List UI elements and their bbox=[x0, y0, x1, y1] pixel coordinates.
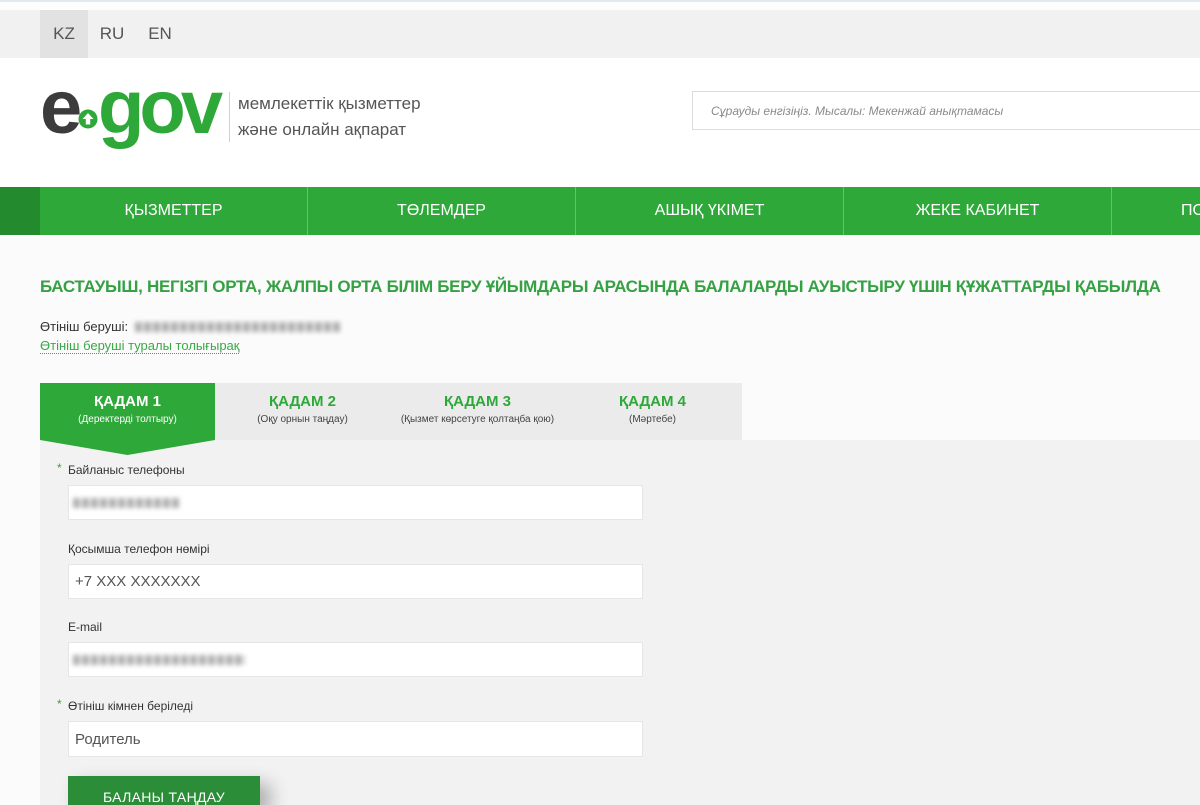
tagline-line-1: мемлекеттік қызметтер bbox=[238, 94, 421, 113]
applicant-name-redacted bbox=[135, 322, 340, 332]
input-wrap bbox=[68, 721, 643, 757]
steps-bar: ҚАДАМ 1 (Деректерді толтыру) ҚАДАМ 2 (Оқ… bbox=[40, 383, 742, 455]
lang-en[interactable]: EN bbox=[136, 10, 184, 58]
applicant-label: Өтініш беруші: bbox=[40, 319, 129, 334]
contact-phone-field: * Байланыс телефоны bbox=[57, 461, 643, 520]
logo-e-letter: e bbox=[40, 78, 82, 150]
arrow-circle-icon bbox=[78, 109, 98, 129]
nav-item-open-government[interactable]: АШЫҚ ҮКІМЕТ bbox=[575, 187, 843, 235]
field-label-text: Қосымша телефон нөмірі bbox=[68, 542, 210, 556]
logo-divider bbox=[229, 92, 230, 142]
lang-ru[interactable]: RU bbox=[88, 10, 136, 58]
required-mark: * bbox=[57, 461, 62, 475]
step-2-tab[interactable]: ҚАДАМ 2 (Оқу орнын таңдау) bbox=[215, 383, 390, 440]
nav-item-payments[interactable]: ТӨЛЕМДЕР bbox=[307, 187, 575, 235]
field-label: * Байланыс телефоны bbox=[57, 461, 643, 477]
nav-item-personal-cabinet[interactable]: ЖЕКЕ КАБИНЕТ bbox=[843, 187, 1111, 235]
field-label: * Өтініш кімнен беріледі bbox=[57, 697, 643, 713]
applicant-details-link[interactable]: Өтініш беруші туралы толығырақ bbox=[40, 339, 240, 354]
lang-kz[interactable]: KZ bbox=[40, 10, 88, 58]
field-label-text: Байланыс телефоны bbox=[68, 463, 185, 477]
step-title: ҚАДАМ 4 bbox=[618, 393, 687, 410]
input-wrap bbox=[68, 642, 643, 677]
egov-logo[interactable]: e gov bbox=[40, 78, 230, 158]
field-label: * Қосымша телефон нөмірі bbox=[68, 542, 643, 556]
step-title: ҚАДАМ 1 bbox=[93, 393, 162, 410]
phone-value-redacted bbox=[73, 498, 179, 508]
page-title: БАСТАУЫШ, НЕГІЗГІ ОРТА, ЖАЛПЫ ОРТА БІЛІМ… bbox=[40, 277, 1161, 296]
email-field: * E-mail bbox=[68, 620, 643, 677]
field-label-text: E-mail bbox=[68, 620, 103, 634]
top-strip bbox=[0, 0, 1200, 10]
step-4-tab[interactable]: ҚАДАМ 4 (Мәртебе) bbox=[565, 383, 740, 440]
field-label-text: Өтініш кімнен беріледі bbox=[68, 699, 194, 713]
additional-phone-input[interactable] bbox=[68, 564, 643, 599]
nav-item-services[interactable]: ҚЫЗМЕТТЕР bbox=[40, 187, 307, 235]
main-nav: ҚЫЗМЕТТЕР ТӨЛЕМДЕР АШЫҚ ҮКІМЕТ ЖЕКЕ КАБИ… bbox=[0, 187, 1200, 235]
site-header: e gov мемлекеттік қызметтер және онлайн … bbox=[0, 58, 1200, 187]
step-1-tab[interactable]: ҚАДАМ 1 (Деректерді толтыру) bbox=[40, 383, 215, 455]
field-label: * E-mail bbox=[68, 620, 643, 634]
applicant-role-field: * Өтініш кімнен беріледі bbox=[57, 697, 643, 757]
nav-item-5[interactable]: ПО bbox=[1111, 187, 1200, 235]
email-value-redacted bbox=[73, 655, 245, 665]
select-child-button[interactable]: БАЛАНЫ ТАҢДАУ bbox=[68, 776, 260, 805]
step-title: ҚАДАМ 2 bbox=[268, 393, 337, 410]
search-input[interactable] bbox=[692, 91, 1200, 130]
required-mark: * bbox=[57, 697, 62, 711]
step-3-tab[interactable]: ҚАДАМ 3 (Қызмет көрсетуге қолтаңба қою) bbox=[390, 383, 565, 440]
additional-phone-field: * Қосымша телефон нөмірі bbox=[68, 542, 643, 599]
site-tagline: мемлекеттік қызметтер және онлайн ақпара… bbox=[238, 91, 421, 143]
nav-left-strip bbox=[0, 187, 40, 235]
step-title: ҚАДАМ 3 bbox=[443, 393, 512, 410]
step-subtitle: (Қызмет көрсетуге қолтаңба қою) bbox=[400, 414, 555, 425]
input-wrap bbox=[68, 485, 643, 520]
step-subtitle: (Деректерді толтыру) bbox=[78, 414, 177, 425]
input-wrap bbox=[68, 564, 643, 599]
logo-gov-letters: gov bbox=[98, 78, 223, 150]
language-bar: KZ RU EN bbox=[0, 10, 1200, 58]
step-subtitle: (Оқу орнын таңдау) bbox=[257, 414, 348, 425]
applicant-role-select[interactable] bbox=[68, 721, 643, 757]
tagline-line-2: және онлайн ақпарат bbox=[238, 120, 407, 139]
step-subtitle: (Мәртебе) bbox=[629, 414, 676, 425]
